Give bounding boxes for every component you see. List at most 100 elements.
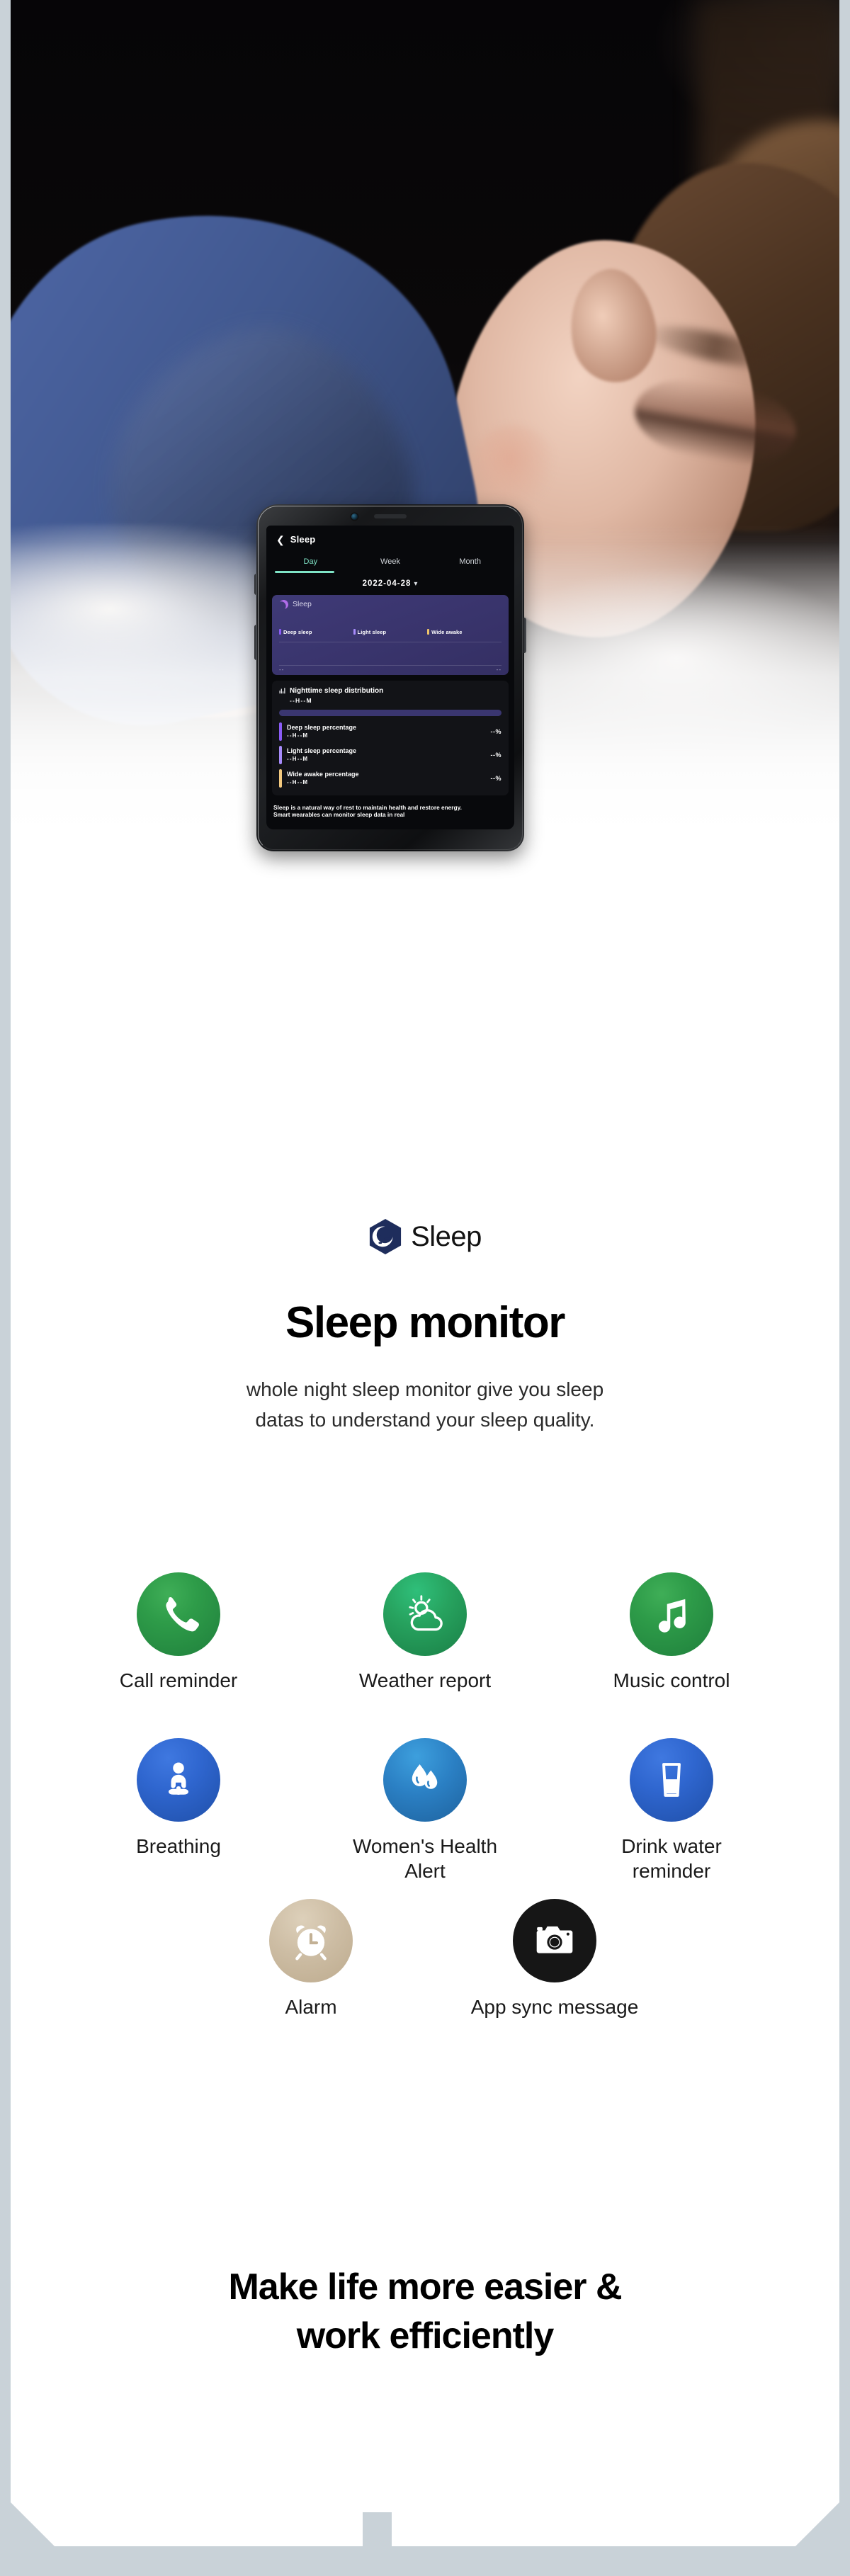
row-color-deep <box>279 722 282 741</box>
hero-nose <box>471 425 556 510</box>
feature-label: Drink water reminder <box>621 1835 722 1882</box>
legend-label-deep: Deep sleep <box>283 628 312 635</box>
legend-deep-sleep: Deep sleep <box>279 629 353 635</box>
app-title: Sleep <box>290 534 316 545</box>
date-value: 2022-04-28 <box>362 579 412 588</box>
legend-swatch-deep <box>279 629 281 635</box>
feature-row-2: Breathing Women's Health Alert Drink wat… <box>11 1738 839 1883</box>
feature-label: Call reminder <box>119 1669 238 1691</box>
phone-screen: ❮ Sleep Day Week Month 2022-04-28 ▾ Sleep <box>266 526 514 829</box>
brand-name: Sleep <box>411 1220 482 1252</box>
phone-volume-up-button[interactable] <box>254 574 257 595</box>
row-duration-light: --H--M <box>287 756 309 762</box>
womens-health-badge <box>383 1738 467 1822</box>
chevron-down-icon: ▾ <box>414 579 419 588</box>
legend-swatch-awake <box>427 629 429 635</box>
feature-row-1: Call reminder Weather report Music contr… <box>11 1572 839 1693</box>
alarm-badge <box>269 1899 353 1982</box>
music-control-badge <box>630 1572 713 1656</box>
camera-icon <box>533 1919 577 1963</box>
sleep-chart-legend: Deep sleep Light sleep Wide awake <box>279 629 502 635</box>
sleep-card-header: Sleep <box>272 595 509 609</box>
feature-label: Breathing <box>136 1835 221 1857</box>
legend-light-sleep: Light sleep <box>353 629 428 635</box>
feature-womens-health-alert[interactable]: Women's Health Alert <box>302 1738 548 1883</box>
water-glass-icon <box>652 1760 691 1800</box>
feature-music-control[interactable]: Music control <box>548 1572 795 1693</box>
phone-volume-down-button[interactable] <box>254 625 257 660</box>
feature-weather-report[interactable]: Weather report <box>302 1572 548 1693</box>
moon-icon <box>278 598 290 611</box>
alarm-clock-icon <box>289 1919 333 1963</box>
back-icon[interactable]: ❮ <box>276 535 285 545</box>
phone-icon <box>157 1593 200 1635</box>
legend-label-light: Light sleep <box>357 628 387 635</box>
sleep-card-title: Sleep <box>293 600 312 608</box>
period-tabs: Day Week Month <box>266 553 514 571</box>
app-sync-badge <box>513 1899 596 1982</box>
row-text-light: Light sleep percentage --H--M <box>287 747 486 762</box>
feature-label: Weather report <box>358 1669 492 1691</box>
distribution-header: Nighttime sleep distribution <box>279 687 502 695</box>
page-root: ❮ Sleep Day Week Month 2022-04-28 ▾ Sleep <box>0 0 850 2576</box>
tab-month[interactable]: Month <box>430 553 510 571</box>
distribution-total: --H--M <box>290 696 312 704</box>
date-selector[interactable]: 2022-04-28 ▾ <box>266 573 514 595</box>
feature-alarm[interactable]: Alarm <box>198 1899 424 2019</box>
page-tagline: Make life more easier & work efficiently <box>228 2266 622 2356</box>
row-duration-awake: --H--M <box>287 779 309 785</box>
content-sheet: ❮ Sleep Day Week Month 2022-04-28 ▾ Sleep <box>11 0 839 2546</box>
breathing-badge <box>137 1738 220 1822</box>
legend-swatch-light <box>353 629 356 635</box>
phone-front-camera <box>351 514 358 520</box>
page-subheadline: whole night sleep monitor give you sleep… <box>246 1378 604 1431</box>
chart-axis-labels: -- -- <box>279 666 502 673</box>
page-headline: Sleep monitor <box>285 1298 565 1347</box>
tab-week[interactable]: Week <box>351 553 431 571</box>
bar-chart-icon <box>279 687 286 694</box>
feature-call-reminder[interactable]: Call reminder <box>55 1572 302 1693</box>
feature-label: Alarm <box>285 1996 337 2018</box>
legend-label-awake: Wide awake <box>431 628 463 635</box>
sleep-hexagon-logo <box>368 1218 402 1255</box>
feature-breathing[interactable]: Breathing <box>55 1738 302 1883</box>
row-percent-deep: --% <box>490 727 502 735</box>
phone-mockup: ❮ Sleep Day Week Month 2022-04-28 ▾ Sleep <box>256 504 524 851</box>
axis-end-label: -- <box>496 666 502 673</box>
row-duration-deep: --H--M <box>287 732 309 739</box>
chart-gridline-bottom <box>279 665 502 666</box>
feature-label: Music control <box>613 1669 730 1691</box>
distribution-row-deep: Deep sleep percentage --H--M --% <box>279 722 502 741</box>
sleep-info-text: Sleep is a natural way of rest to mainta… <box>273 803 462 819</box>
row-color-light <box>279 746 282 764</box>
distribution-progress-bar <box>279 710 502 716</box>
phone-earpiece <box>374 514 407 518</box>
feature-grid: Call reminder Weather report Music contr… <box>11 1572 839 2019</box>
distribution-row-light: Light sleep percentage --H--M --% <box>279 746 502 764</box>
meditation-icon <box>157 1759 200 1801</box>
feature-label: App sync message <box>470 1996 639 2018</box>
feature-drink-water-reminder[interactable]: Drink water reminder <box>548 1738 795 1883</box>
music-note-icon <box>651 1594 692 1635</box>
row-text-awake: Wide awake percentage --H--M <box>287 771 486 785</box>
legend-wide-awake: Wide awake <box>427 629 502 635</box>
distribution-row-awake: Wide awake percentage --H--M --% <box>279 769 502 788</box>
phone-power-button[interactable] <box>523 618 526 653</box>
app-header: ❮ Sleep <box>266 526 514 549</box>
feature-row-3: Alarm App sync message <box>11 1899 839 2019</box>
row-percent-awake: --% <box>490 774 502 782</box>
distribution-card: Nighttime sleep distribution --H--M Deep… <box>272 681 509 795</box>
row-percent-light: --% <box>490 751 502 759</box>
row-label-deep: Deep sleep percentage <box>287 724 357 731</box>
row-color-awake <box>279 769 282 788</box>
sleep-summary-card: Sleep Deep sleep Light sleep Wide awake … <box>272 595 509 675</box>
row-label-awake: Wide awake percentage <box>287 771 359 778</box>
axis-start-label: -- <box>279 666 285 673</box>
row-text-deep: Deep sleep percentage --H--M <box>287 724 486 739</box>
feature-app-sync-message[interactable]: App sync message <box>441 1899 668 2019</box>
weather-report-badge <box>383 1572 467 1656</box>
feature-label: Women's Health Alert <box>352 1835 498 1882</box>
distribution-title: Nighttime sleep distribution <box>290 686 384 695</box>
drink-water-badge <box>630 1738 713 1822</box>
tab-day[interactable]: Day <box>271 553 351 571</box>
